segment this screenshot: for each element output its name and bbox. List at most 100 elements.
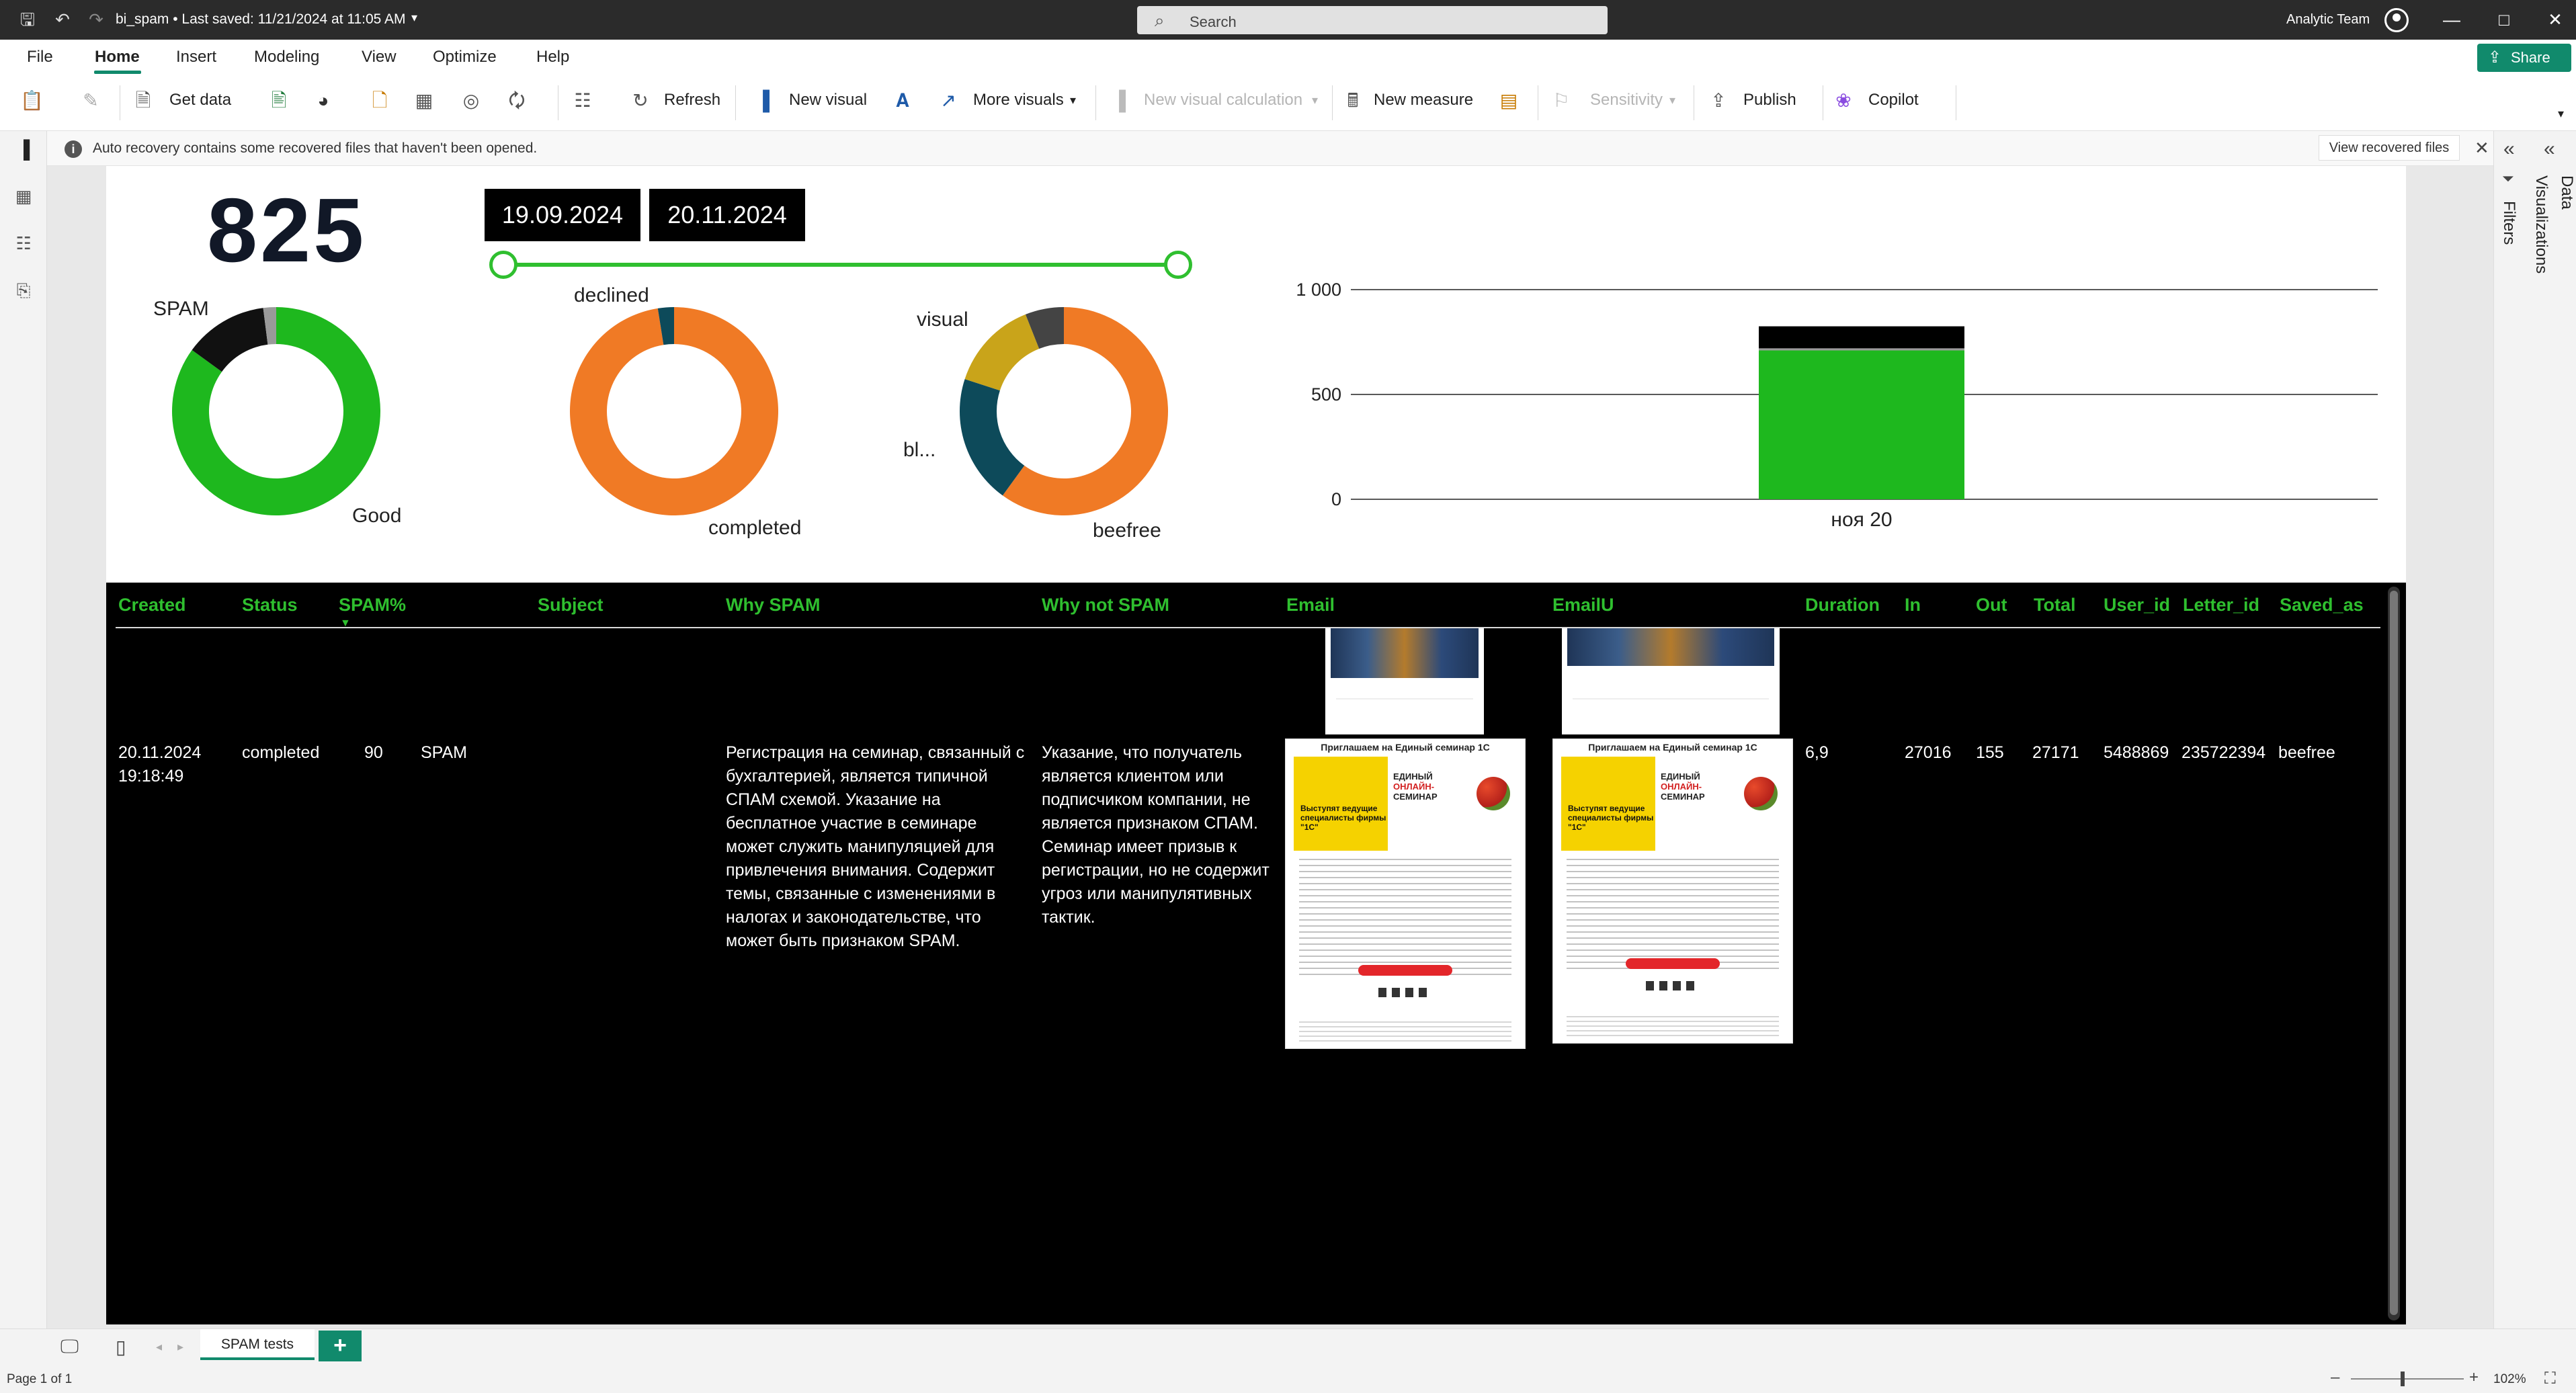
letters-bar-chart[interactable]: 0 500 1 000 ноя 20	[1289, 267, 2391, 576]
view-recovered-files-button[interactable]: View recovered files	[2319, 135, 2460, 161]
new-visual-calculation-chevron-icon[interactable]: ▾	[1312, 93, 1318, 108]
transform-data-icon[interactable]: ☷	[571, 89, 594, 112]
more-visuals-chevron-icon[interactable]: ▾	[1070, 93, 1076, 108]
filters-pane-label[interactable]: Filters	[2499, 201, 2518, 245]
sensitivity-button[interactable]: Sensitivity	[1590, 91, 1663, 110]
date-range-slider[interactable]	[505, 263, 1177, 267]
bar-segment-0[interactable]	[1759, 350, 1964, 499]
ribbon-collapse-chevron-icon[interactable]: ▾	[2558, 107, 2564, 121]
slider-end-handle[interactable]	[1164, 251, 1192, 279]
column-header-email[interactable]: Email	[1286, 595, 1335, 616]
dataverse-icon[interactable]: ◎	[460, 89, 483, 112]
get-data-button[interactable]: Get data	[169, 91, 231, 110]
sql-icon[interactable]: 🗋	[368, 89, 391, 112]
paste-icon[interactable]: 📋	[20, 89, 44, 112]
zoom-slider[interactable]	[2351, 1378, 2464, 1380]
collapse-chevron-icon[interactable]: «	[2544, 138, 2555, 161]
desktop-layout-icon[interactable]: 🖵	[60, 1336, 79, 1358]
user-name[interactable]: Analytic Team	[2286, 12, 2370, 28]
column-header-total[interactable]: Total	[2034, 595, 2076, 616]
prev-page-icon[interactable]: ◂	[156, 1340, 162, 1354]
filter-icon[interactable]: ⏷	[2502, 170, 2514, 187]
menu-view[interactable]: View	[362, 48, 397, 67]
dax-query-view-icon[interactable]: ⎘	[12, 280, 35, 303]
menu-optimize[interactable]: Optimize	[433, 48, 497, 67]
email-thumbnail-previous[interactable]	[1325, 628, 1484, 734]
email-preview-image[interactable]: Приглашаем на Единый семинар 1С Выступят…	[1285, 738, 1526, 1049]
maximize-icon[interactable]: □	[2491, 8, 2518, 31]
avatar[interactable]	[2384, 8, 2409, 32]
report-view-icon[interactable]: ▐	[12, 139, 35, 162]
save-icon[interactable]: 🖫	[17, 9, 38, 30]
recent-sources-icon[interactable]: 🗘	[505, 89, 528, 112]
visualizations-pane-label[interactable]: Visualizations	[2532, 175, 2550, 273]
column-header-created[interactable]: Created	[118, 595, 186, 616]
format-painter-icon[interactable]: ✎	[79, 89, 102, 112]
menu-home[interactable]: Home	[95, 48, 140, 67]
copilot-button[interactable]: Copilot	[1868, 91, 1919, 110]
table-scrollbar[interactable]	[2388, 587, 2400, 1320]
page-tab-spam-tests[interactable]: SPAM tests	[200, 1329, 315, 1360]
emailu-thumbnail-previous[interactable]	[1562, 628, 1780, 734]
column-header-out[interactable]: Out	[1976, 595, 2007, 616]
column-header-user-id[interactable]: User_id	[2104, 595, 2170, 616]
column-header-letter-id[interactable]: Letter_id	[2183, 595, 2259, 616]
minimize-icon[interactable]: —	[2438, 8, 2465, 31]
table-view-icon[interactable]: ▦	[12, 186, 35, 209]
publish-button[interactable]: Publish	[1743, 91, 1796, 110]
title-dropdown-icon[interactable]: ▾	[411, 11, 417, 25]
mobile-layout-icon[interactable]: ▯	[116, 1336, 126, 1358]
donut-slice-visual[interactable]	[964, 314, 1040, 391]
new-visual-calculation-button[interactable]: New visual calculation	[1144, 91, 1302, 110]
spam-donut-chart[interactable]	[172, 307, 380, 515]
onelake-icon[interactable]: ◕	[312, 89, 335, 112]
status-donut-chart[interactable]	[570, 307, 778, 515]
share-button[interactable]: ⇪ Share	[2477, 44, 2571, 72]
new-measure-button[interactable]: New measure	[1374, 91, 1473, 110]
saved-as-donut-chart[interactable]	[960, 307, 1168, 515]
emailu-preview-image[interactable]: Приглашаем на Единый семинар 1С Выступят…	[1552, 738, 1793, 1044]
fit-to-page-icon[interactable]: ⛶	[2544, 1369, 2556, 1388]
bar-segment-1[interactable]	[1759, 348, 1964, 351]
donut-slice-bl[interactable]	[960, 379, 1025, 496]
column-header-emailu[interactable]: EmailU	[1552, 595, 1614, 616]
text-box-icon[interactable]: 𝐀	[891, 89, 914, 112]
column-header-subject[interactable]: Subject	[538, 595, 604, 616]
next-page-icon[interactable]: ▸	[177, 1340, 183, 1354]
date-to-input[interactable]: 20.11.2024	[649, 189, 805, 241]
kpi-card-value[interactable]: 825	[207, 178, 366, 282]
menu-modeling[interactable]: Modeling	[254, 48, 319, 67]
menu-file[interactable]: File	[27, 48, 53, 67]
column-header-saved-as[interactable]: Saved_as	[2280, 595, 2364, 616]
redo-icon[interactable]: ↷	[86, 9, 106, 30]
column-header-why-spam[interactable]: Why SPAM	[726, 595, 821, 616]
column-header-duration[interactable]: Duration	[1805, 595, 1880, 616]
data-pane-label[interactable]: Data	[2557, 175, 2576, 210]
spam-tests-table[interactable]: Created Status SPAM% ▼ Subject Why SPAM …	[106, 583, 2406, 1324]
search-input[interactable]: ⌕ Search	[1137, 6, 1608, 34]
excel-icon[interactable]: 🖹	[267, 89, 290, 112]
menu-insert[interactable]: Insert	[176, 48, 216, 67]
sensitivity-chevron-icon[interactable]: ▾	[1669, 93, 1675, 108]
bar-segment-2[interactable]	[1759, 326, 1964, 349]
column-header-spam-pct[interactable]: SPAM%	[339, 595, 406, 616]
refresh-button[interactable]: Refresh	[664, 91, 720, 110]
new-visual-button[interactable]: New visual	[789, 91, 867, 110]
model-view-icon[interactable]: ☷	[12, 233, 35, 256]
zoom-in-icon[interactable]: +	[2469, 1368, 2479, 1387]
enter-data-icon[interactable]: ▦	[413, 89, 435, 112]
date-from-input[interactable]: 19.09.2024	[485, 189, 640, 241]
more-visuals-button[interactable]: More visuals	[973, 91, 1064, 110]
column-header-why-not-spam[interactable]: Why not SPAM	[1042, 595, 1169, 616]
slider-start-handle[interactable]	[489, 251, 517, 279]
close-icon[interactable]: ✕	[2475, 138, 2489, 159]
zoom-out-icon[interactable]: –	[2331, 1368, 2339, 1387]
add-page-button[interactable]: +	[319, 1331, 362, 1361]
column-header-status[interactable]: Status	[242, 595, 298, 616]
quick-measure-icon[interactable]: ▤	[1497, 89, 1520, 112]
undo-icon[interactable]: ↶	[52, 9, 73, 30]
menu-help[interactable]: Help	[536, 48, 569, 67]
collapse-chevron-icon[interactable]: «	[2503, 138, 2515, 161]
close-icon[interactable]: ✕	[2542, 8, 2569, 31]
zoom-slider-handle[interactable]	[2401, 1371, 2405, 1386]
